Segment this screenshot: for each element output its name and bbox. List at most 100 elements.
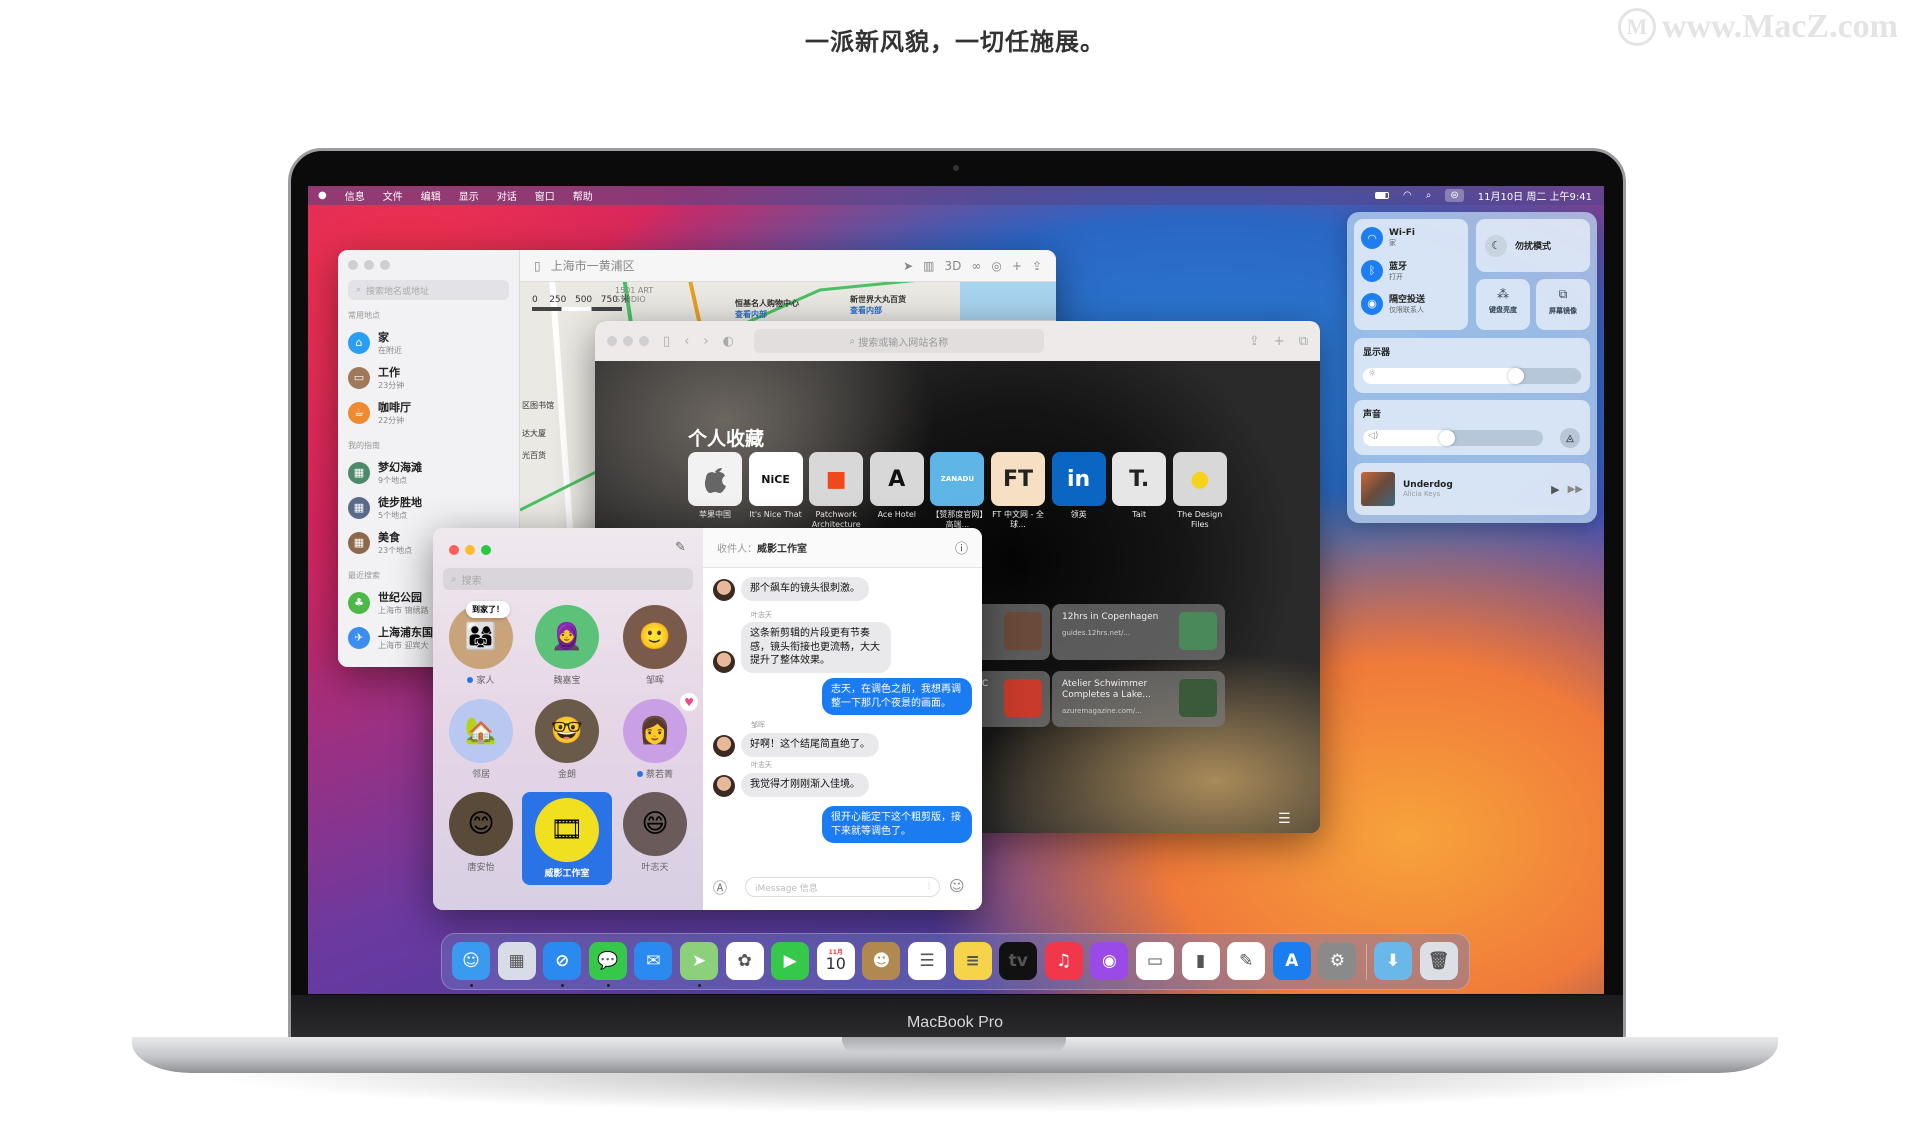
message-bubble[interactable]: 那个飙车的镜头很刺激。 (741, 577, 869, 601)
address-bar[interactable]: ⌕ 搜索或输入网站名称 (753, 329, 1044, 353)
app-store-apps-icon[interactable]: Ⓐ (713, 878, 727, 898)
maps-search-field[interactable]: ⌕ 搜索地名或地址 (348, 280, 509, 300)
apple-menu-icon[interactable]: ● (318, 190, 327, 201)
airdrop-toggle[interactable]: ◉ 隔空投送 仅限联系人 (1361, 292, 1461, 315)
contacts-icon[interactable]: ☻ (862, 942, 901, 980)
pinned-conversation[interactable]: 👨‍👩‍👧 家人 到家了！ (436, 601, 526, 686)
battery-icon[interactable] (1375, 192, 1389, 199)
back-icon[interactable]: ‹ (684, 334, 689, 349)
messages-search-field[interactable]: ⌕ 搜索 (443, 568, 693, 590)
pinned-conversation[interactable]: 🎞 威影工作室 (522, 792, 612, 885)
favorite-site[interactable]: A Ace Hotel (869, 452, 924, 520)
trash-icon[interactable]: 🗑 (1419, 942, 1458, 980)
menu-item[interactable]: 显示 (459, 188, 479, 203)
message-bubble[interactable]: 我觉得才刚刚渐入佳境。 (741, 773, 869, 797)
message-bubble[interactable]: 好啊！这个结尾简直绝了。 (741, 733, 879, 757)
app-store-icon[interactable]: A (1272, 942, 1311, 980)
music-icon[interactable]: ♫ (1044, 942, 1083, 980)
menu-item[interactable]: 文件 (383, 188, 403, 203)
volume-slider[interactable]: ◁) (1363, 430, 1543, 446)
compose-icon[interactable]: ✎ (675, 540, 686, 555)
favorite-site[interactable]: in 领英 (1051, 452, 1106, 520)
pinned-conversation[interactable]: 🤓 金朗 (522, 699, 612, 780)
favorite-site[interactable]: T. Tait (1112, 452, 1167, 520)
window-controls[interactable] (348, 260, 509, 270)
recipient-name[interactable]: 威影工作室 (757, 540, 807, 555)
control-center-icon[interactable]: ⊜ (1445, 189, 1464, 202)
pages-icon[interactable]: ✎ (1227, 942, 1266, 980)
sidebar-place-item[interactable]: ▭ 工作 23分钟 (338, 360, 519, 395)
3d-button[interactable]: 3D (945, 259, 962, 273)
favorite-site[interactable]: FT FT 中文网 - 全球... (991, 452, 1045, 529)
map-label-mall2[interactable]: 新世界大丸百货 查看内部 (850, 294, 906, 316)
sidebar-place-item[interactable]: ⌂ 家在附近 (338, 325, 519, 360)
menu-item[interactable]: 窗口 (535, 188, 555, 203)
share-icon[interactable]: ⇪ (1032, 259, 1042, 273)
tracking-icon[interactable]: ◎ (991, 259, 1001, 273)
safari-icon[interactable]: ⊘ (543, 942, 582, 980)
menu-clock[interactable]: 11月10日 周二 上午9:41 (1478, 188, 1592, 203)
play-icon[interactable]: ▶ (1551, 483, 1559, 496)
numbers-icon[interactable]: ▮ (1181, 942, 1220, 980)
facetime-icon[interactable]: ▶ (771, 942, 810, 980)
fast-forward-icon[interactable]: ▶▶ (1568, 484, 1583, 495)
forward-icon[interactable]: › (703, 334, 708, 349)
keyboard-brightness-tile[interactable]: ⁂ 键盘亮度 (1476, 279, 1530, 330)
finder-icon[interactable]: ☺ (452, 942, 490, 980)
emoji-icon[interactable]: ☺ (949, 877, 965, 895)
map-label-shop[interactable]: 光百货 (522, 450, 546, 461)
audio-message-icon[interactable]: ⫶ (928, 882, 930, 892)
frequently-visited-tile[interactable]: Atelier Schwimmer Completes a Lake... azu… (1052, 671, 1225, 727)
favorite-site[interactable]: ■ Patchwork Architecture (809, 452, 864, 529)
launchpad-icon[interactable]: ▦ (497, 942, 536, 980)
display-brightness-slider[interactable]: ☼ (1363, 368, 1581, 384)
pinned-conversation[interactable]: 😄 叶志天 (610, 792, 700, 873)
sidebar-place-item[interactable]: ▦ 梦幻海滩 9个地点 (338, 455, 519, 490)
sidebar-place-item[interactable]: ▦ 徒步胜地 5个地点 (338, 490, 519, 525)
message-bubble[interactable]: 这条新剪辑的片段更有节奏感，镜头衔接也更流畅，大大提升了整体效果。 (741, 622, 891, 673)
wifi-icon[interactable]: ◠ (1403, 190, 1412, 201)
sidebar-toggle-icon[interactable]: ▯ (663, 334, 670, 349)
mail-icon[interactable]: ✉ (634, 942, 673, 980)
message-input[interactable]: iMessage 信息 ⫶ (745, 877, 940, 897)
message-bubble[interactable]: 志天，在调色之前，我想再调整一下那几个夜景的画面。 (822, 678, 972, 715)
notes-icon[interactable]: ≡ (953, 942, 992, 980)
pinned-conversation[interactable]: 🧕 魏嘉宝 (522, 605, 612, 686)
info-icon[interactable]: ⓘ (955, 538, 968, 557)
pinned-conversation[interactable]: 🙂 邹晖 (610, 605, 700, 686)
do-not-disturb-tile[interactable]: ☾ 勿扰模式 (1476, 219, 1590, 272)
pinned-conversation[interactable]: 👩 蔡若菁 ♥ (610, 693, 700, 780)
menu-item[interactable]: 编辑 (421, 188, 441, 203)
photos-icon[interactable]: ✿ (725, 942, 764, 980)
bluetooth-toggle[interactable]: ᛒ 蓝牙 打开 (1361, 259, 1461, 282)
spotlight-search-icon[interactable]: ⌕ (1426, 190, 1432, 201)
new-tab-icon[interactable]: + (1274, 334, 1285, 349)
menu-item[interactable]: 帮助 (573, 188, 593, 203)
map-label-building[interactable]: 达大厦 (522, 428, 546, 439)
downloads-folder-icon[interactable]: ⬇ (1374, 942, 1412, 980)
favorite-site[interactable]: ZANADU 【赞那度官网】高端... (930, 452, 985, 529)
tab-overview-icon[interactable]: ⧉ (1299, 334, 1308, 349)
map-label-library[interactable]: 区图书馆 (522, 400, 554, 411)
sidebar-toggle-icon[interactable]: ▯ (534, 259, 541, 273)
favorite-site[interactable]: 苹果中国 (688, 452, 742, 520)
calendar-icon[interactable]: 11月 10 (816, 942, 855, 980)
system-preferences-icon[interactable]: ⚙ (1318, 942, 1357, 980)
frequently-visited-tile[interactable]: 12hrs in Copenhagen guides.12hrs.net/... (1052, 604, 1225, 660)
map-label-mall1[interactable]: 恒基名人购物中心 查看内部 (735, 298, 799, 320)
keynote-icon[interactable]: ▭ (1136, 942, 1174, 980)
share-icon[interactable]: ⇪ (1249, 334, 1260, 349)
menu-item[interactable]: 对话 (497, 188, 517, 203)
sidebar-place-item[interactable]: ☕ 咖啡厅 22分钟 (338, 395, 519, 430)
album-art[interactable] (1361, 472, 1395, 506)
podcasts-icon[interactable]: ◉ (1090, 942, 1129, 980)
favorite-site[interactable]: NiCE It's Nice That (748, 452, 803, 520)
maps-icon[interactable]: ➤ (680, 942, 718, 980)
pinned-conversation[interactable]: 🏡 邻居 (436, 699, 526, 780)
window-controls[interactable] (449, 545, 491, 555)
window-controls[interactable] (607, 336, 649, 346)
privacy-shield-icon[interactable]: ◐ (723, 334, 734, 349)
customize-start-page-icon[interactable]: ☰ (1278, 811, 1291, 827)
look-around-icon[interactable]: ∞ (971, 259, 981, 273)
wifi-toggle[interactable]: ◠ Wi-Fi 家 (1361, 227, 1461, 249)
